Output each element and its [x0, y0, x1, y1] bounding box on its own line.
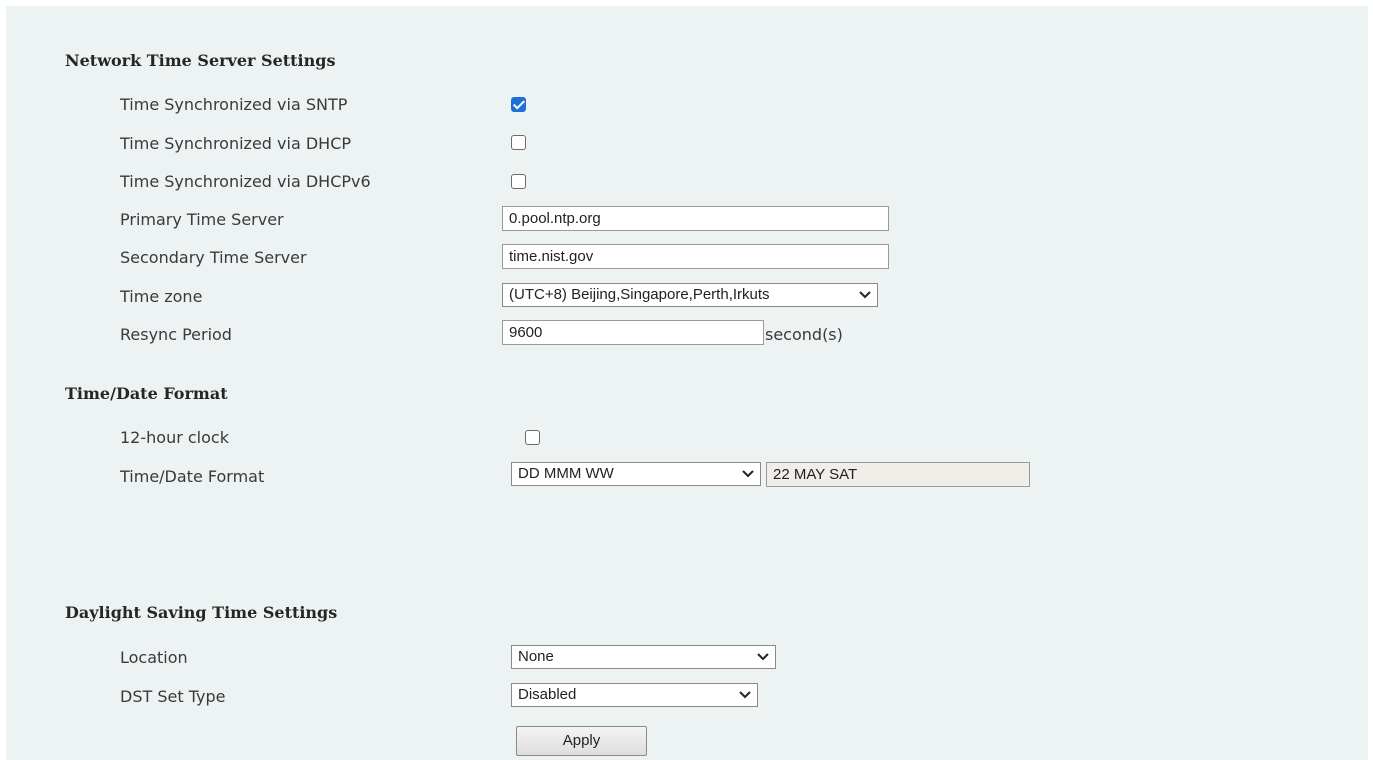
time-zone-label: Time zone — [120, 287, 203, 306]
location-selected: None — [518, 648, 554, 665]
twelve-hour-clock-checkbox[interactable] — [525, 430, 540, 445]
time-date-format-selected: DD MMM WW — [518, 465, 614, 482]
primary-time-server-label: Primary Time Server — [120, 210, 284, 229]
time-date-format-label: Time/Date Format — [120, 467, 265, 486]
dst-set-type-selected: Disabled — [518, 686, 577, 703]
location-label: Location — [120, 648, 188, 667]
dst-set-type-select[interactable]: Disabled — [511, 683, 758, 707]
dhcpv6-label: Time Synchronized via DHCPv6 — [120, 172, 371, 191]
secondary-time-server-label: Secondary Time Server — [120, 248, 307, 267]
section-heading-time-date-format: Time/Date Format — [65, 384, 228, 403]
time-date-format-preview: 22 MAY SAT — [766, 462, 1030, 487]
section-heading-network-time: Network Time Server Settings — [65, 51, 336, 70]
sntp-label: Time Synchronized via SNTP — [120, 95, 348, 114]
chevron-down-icon — [859, 291, 871, 299]
time-zone-select[interactable]: (UTC+8) Beijing,Singapore,Perth,Irkuts — [502, 283, 878, 307]
twelve-hour-clock-label: 12-hour clock — [120, 428, 229, 447]
sntp-checkbox[interactable] — [511, 97, 526, 112]
apply-button[interactable]: Apply — [516, 726, 647, 756]
resync-period-input[interactable]: 9600 — [502, 320, 764, 345]
section-heading-dst: Daylight Saving Time Settings — [65, 603, 338, 622]
primary-time-server-input[interactable]: 0.pool.ntp.org — [502, 206, 889, 231]
dhcp-checkbox[interactable] — [511, 135, 526, 150]
location-select[interactable]: None — [511, 645, 776, 669]
dhcp-label: Time Synchronized via DHCP — [120, 134, 352, 153]
chevron-down-icon — [742, 470, 754, 478]
chevron-down-icon — [739, 691, 751, 699]
secondary-time-server-input[interactable]: time.nist.gov — [502, 244, 889, 269]
dst-set-type-label: DST Set Type — [120, 687, 226, 706]
resync-period-unit: second(s) — [765, 325, 843, 344]
chevron-down-icon — [757, 653, 769, 661]
time-date-format-select[interactable]: DD MMM WW — [511, 462, 761, 486]
resync-period-label: Resync Period — [120, 325, 232, 344]
time-zone-selected: (UTC+8) Beijing,Singapore,Perth,Irkuts — [509, 286, 770, 303]
dhcpv6-checkbox[interactable] — [511, 174, 526, 189]
